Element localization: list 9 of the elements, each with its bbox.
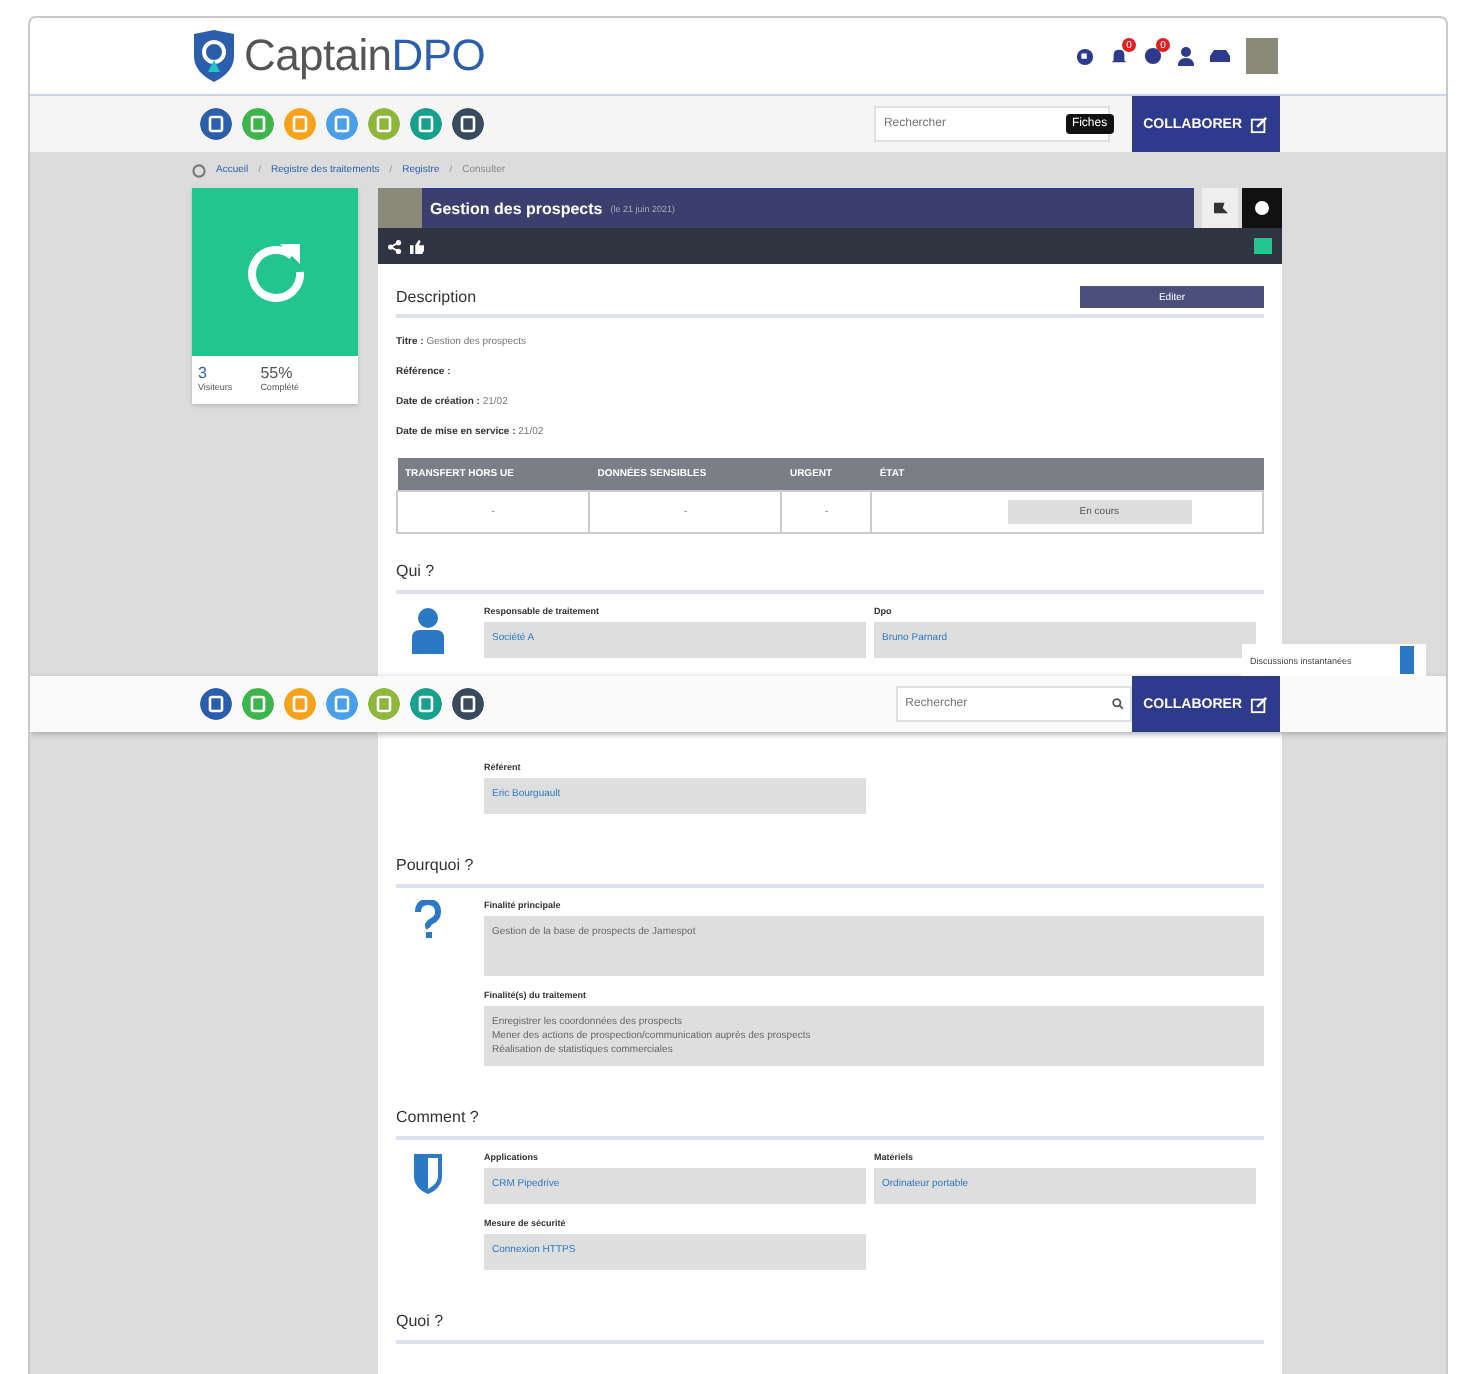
stat-value: 55% <box>260 364 295 382</box>
section-heading: Quoi ? <box>396 1312 446 1331</box>
logo-text: CaptainDPO <box>244 30 486 82</box>
section-heading: Comment ? <box>396 1108 481 1127</box>
section-heading: Qui ? <box>396 562 437 580</box>
section-heading: Pourquoi ? <box>396 856 476 874</box>
section-heading: Description <box>396 288 477 306</box>
stat-value: 3 <box>198 364 209 382</box>
record-title: Gestion des prospects <box>430 200 603 218</box>
